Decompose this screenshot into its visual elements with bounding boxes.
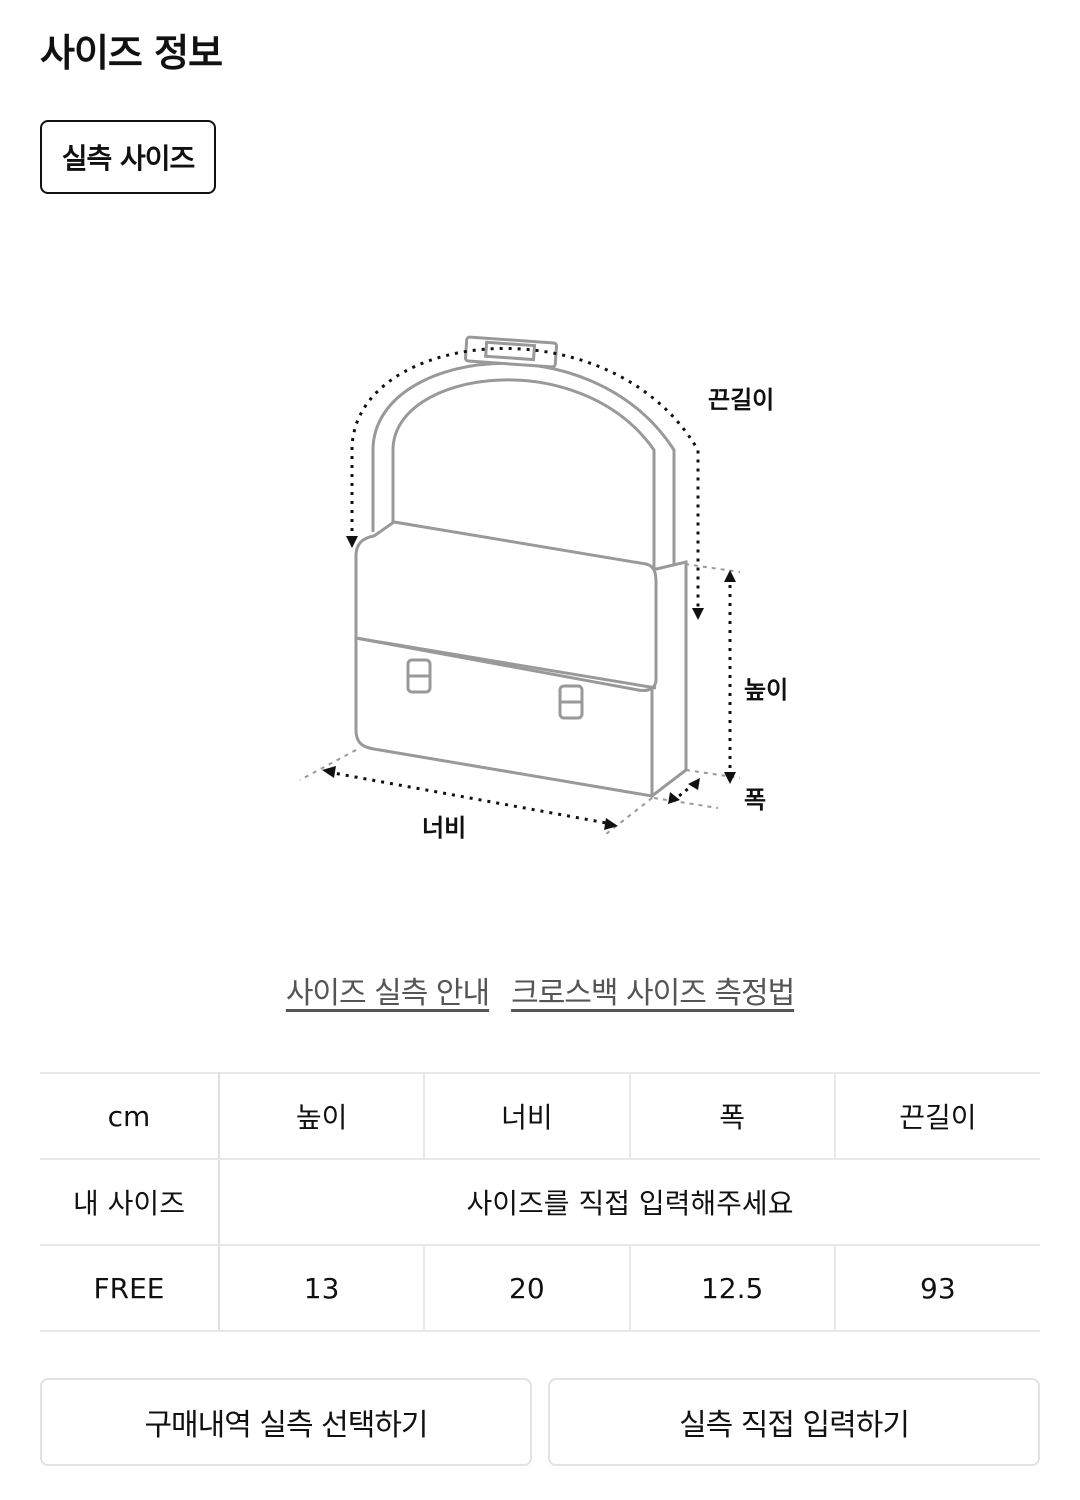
table-row-my-size: 내 사이즈 사이즈를 직접 입력해주세요: [40, 1158, 1040, 1246]
row-label: FREE: [40, 1244, 220, 1332]
select-from-purchase-history-button[interactable]: 구매내역 실측 선택하기: [40, 1378, 532, 1466]
height-label: 높이: [744, 676, 788, 704]
table-row: FREE 13 20 12.5 93: [40, 1244, 1040, 1332]
size-guide-links: 사이즈 실측 안내 크로스백 사이즈 측정법: [0, 968, 1080, 1012]
my-size-input-hint[interactable]: 사이즈를 직접 입력해주세요: [218, 1158, 1040, 1246]
table-header-row: cm 높이 너비 폭 끈길이: [40, 1072, 1040, 1160]
table-cell: 93: [833, 1244, 1040, 1332]
action-buttons: 구매내역 실측 선택하기 실측 직접 입력하기: [40, 1378, 1040, 1466]
row-label: 내 사이즈: [40, 1158, 220, 1246]
size-table: cm 높이 너비 폭 끈길이 내 사이즈 사이즈를 직접 입력해주세요 FREE…: [40, 1072, 1040, 1332]
crossbody-bag-illustration: 끈길이 높이 폭 너비: [299, 335, 788, 842]
size-measure-guide-link[interactable]: 사이즈 실측 안내: [286, 968, 490, 1012]
column-header: 높이: [217, 1072, 425, 1160]
bag-size-diagram: 끈길이 높이 폭 너비: [290, 300, 810, 860]
unit-cell: cm: [40, 1072, 220, 1160]
enter-measurements-manually-button[interactable]: 실측 직접 입력하기: [548, 1378, 1040, 1466]
column-header: 끈길이: [833, 1072, 1040, 1160]
tab-actual-size[interactable]: 실측 사이즈: [40, 120, 216, 194]
width-label: 너비: [422, 814, 466, 842]
table-cell: 13: [217, 1244, 425, 1332]
depth-label: 폭: [744, 786, 766, 814]
table-cell: 12.5: [628, 1244, 835, 1332]
table-cell: 20: [423, 1244, 630, 1332]
column-header: 폭: [628, 1072, 835, 1160]
strap-length-label: 끈길이: [708, 386, 774, 414]
column-header: 너비: [423, 1072, 630, 1160]
crossbag-measure-method-link[interactable]: 크로스백 사이즈 측정법: [511, 968, 795, 1012]
page-title: 사이즈 정보: [40, 31, 223, 75]
